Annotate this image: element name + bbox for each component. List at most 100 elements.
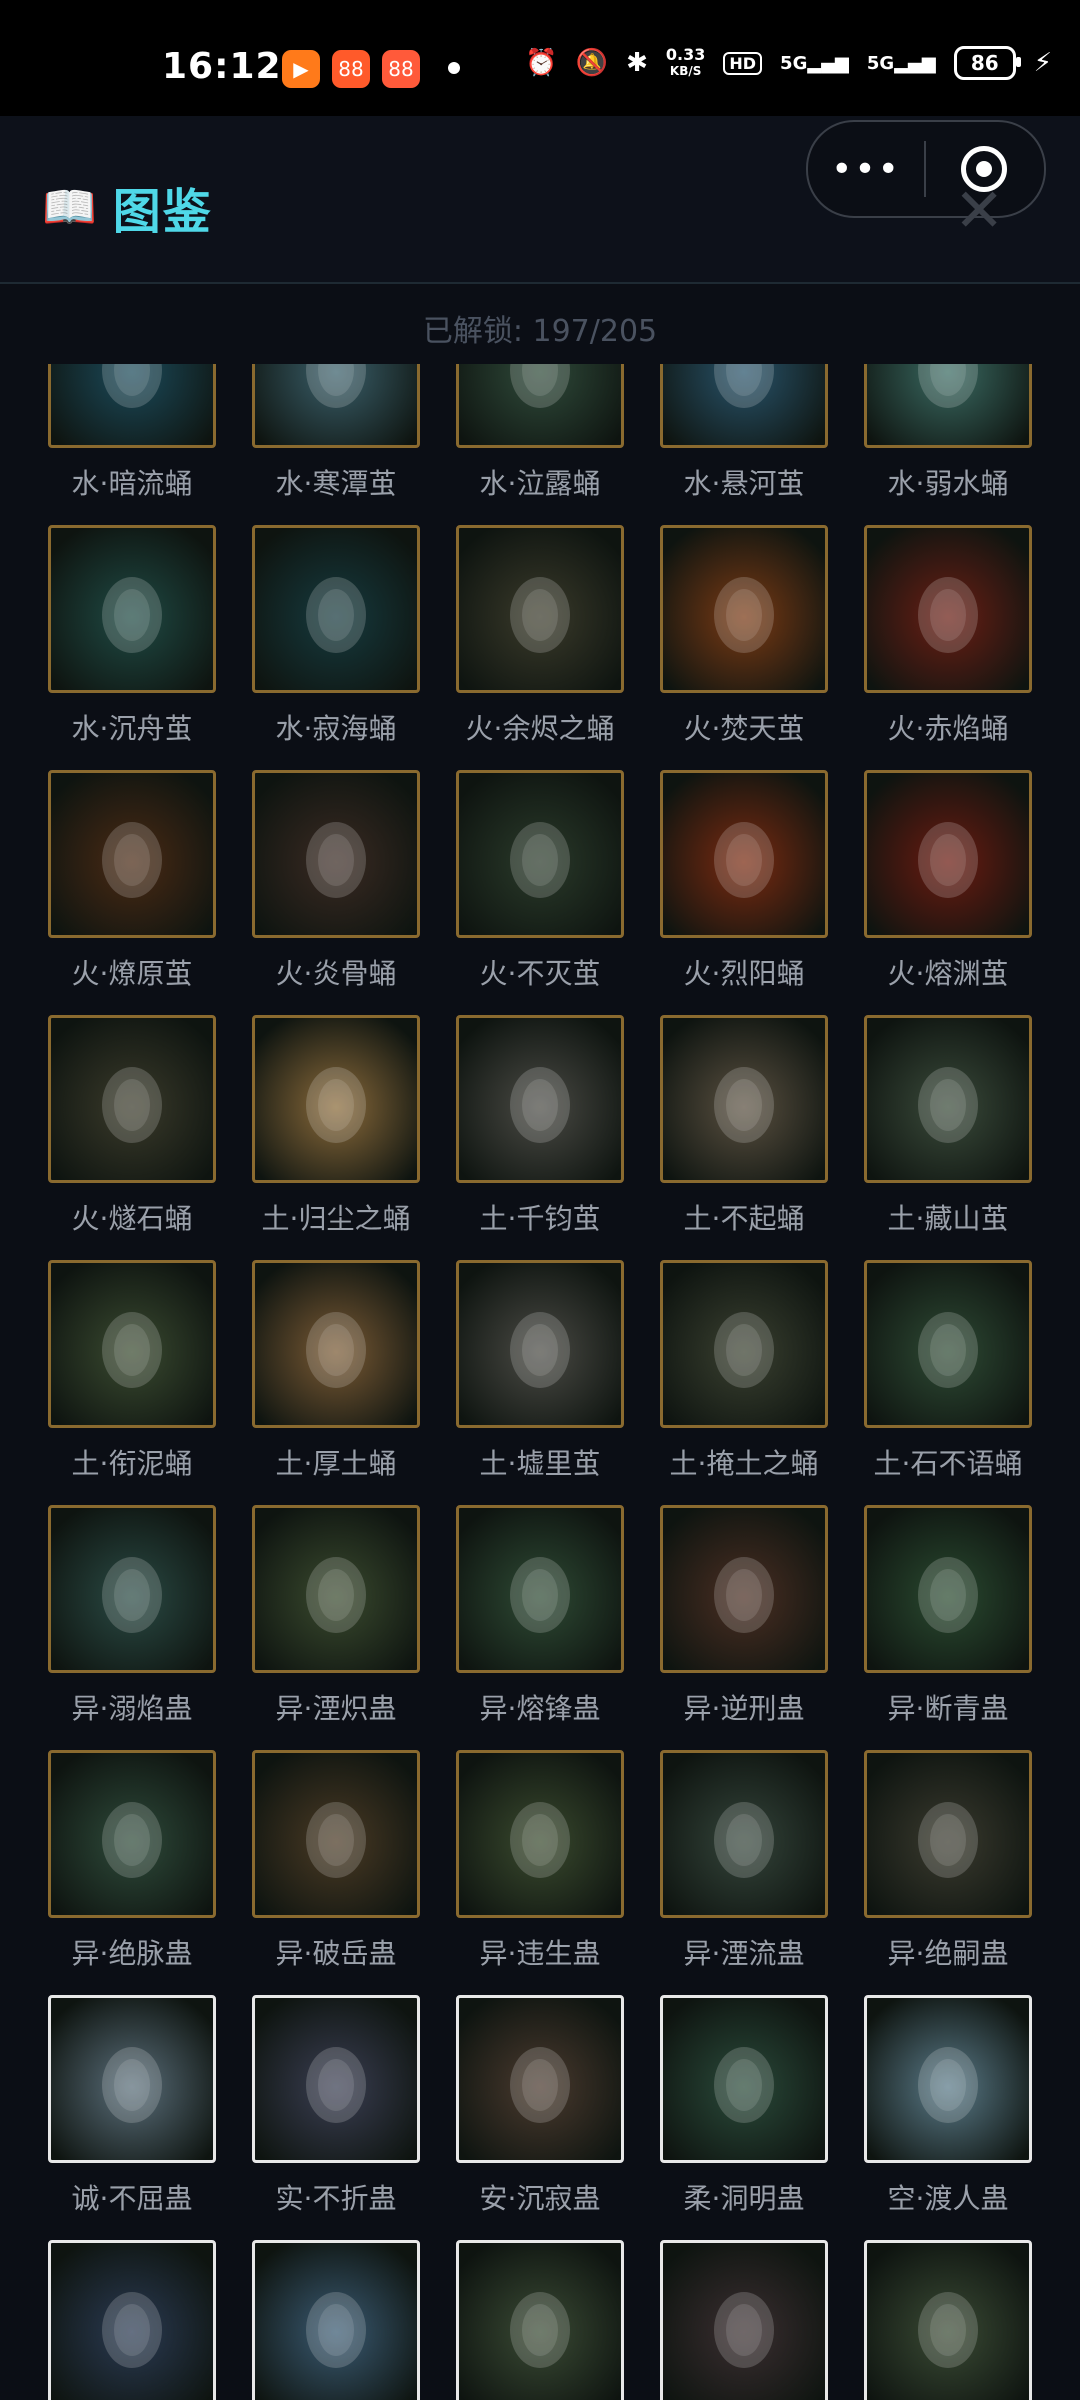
creature-thumbnail[interactable]: [456, 1995, 624, 2163]
collection-item[interactable]: 异·熔锋蛊: [456, 1505, 624, 1727]
collection-item[interactable]: 土·藏山茧: [864, 1015, 1032, 1237]
collection-item[interactable]: 土·千钧茧: [456, 1015, 624, 1237]
creature-thumbnail[interactable]: [864, 1260, 1032, 1428]
collection-item[interactable]: 土·厚土蛹: [252, 1260, 420, 1482]
more-notifications-dot: [448, 62, 460, 74]
creature-thumbnail[interactable]: [456, 525, 624, 693]
creature-thumbnail[interactable]: [864, 364, 1032, 448]
collection-item[interactable]: 异·溺焰蛊: [48, 1505, 216, 1727]
creature-thumbnail[interactable]: [660, 1015, 828, 1183]
creature-name: 实·不折蛊: [275, 2182, 397, 2215]
collection-item[interactable]: 火·焚天茧: [660, 525, 828, 747]
creature-thumbnail[interactable]: [48, 1015, 216, 1183]
collection-item[interactable]: 异·绝脉蛊: [48, 1750, 216, 1972]
collection-item[interactable]: 土·墟里茧: [456, 1260, 624, 1482]
more-button[interactable]: •••: [808, 122, 924, 216]
creature-thumbnail[interactable]: [660, 2240, 828, 2400]
collection-item[interactable]: 水·弱水蛹: [864, 364, 1032, 502]
creature-thumbnail[interactable]: [660, 525, 828, 693]
creature-thumbnail[interactable]: [252, 770, 420, 938]
collection-item[interactable]: 火·炎骨蛹: [252, 770, 420, 992]
collection-item[interactable]: 水·寒潭茧: [252, 364, 420, 502]
collection-item[interactable]: 土·归尘之蛹: [252, 1015, 420, 1237]
creature-thumbnail[interactable]: [252, 1260, 420, 1428]
creature-thumbnail[interactable]: [864, 1505, 1032, 1673]
creature-thumbnail[interactable]: [660, 770, 828, 938]
collection-item[interactable]: 异·湮流蛊: [660, 1750, 828, 1972]
creature-thumbnail[interactable]: [456, 1015, 624, 1183]
collection-item[interactable]: 安·沉寂蛊: [456, 1995, 624, 2217]
creature-thumbnail[interactable]: [252, 1995, 420, 2163]
collection-item[interactable]: 火·赤焰蛹: [864, 525, 1032, 747]
creature-thumbnail[interactable]: [48, 525, 216, 693]
creature-thumbnail[interactable]: [864, 770, 1032, 938]
creature-thumbnail[interactable]: [48, 1995, 216, 2163]
grid-row: 火·燎原茧 火·炎骨蛹 火·不灭茧 火·烈阳蛹 火·熔渊茧: [0, 770, 1080, 1015]
creature-thumbnail[interactable]: [660, 1750, 828, 1918]
creature-thumbnail[interactable]: [456, 2240, 624, 2400]
collection-item[interactable]: [660, 2240, 828, 2400]
creature-thumbnail[interactable]: [864, 1750, 1032, 1918]
creature-thumbnail[interactable]: [864, 525, 1032, 693]
collection-item[interactable]: 火·燎原茧: [48, 770, 216, 992]
collection-item[interactable]: 火·烈阳蛹: [660, 770, 828, 992]
creature-thumbnail[interactable]: [660, 1505, 828, 1673]
creature-thumbnail[interactable]: [864, 1015, 1032, 1183]
creature-thumbnail[interactable]: [252, 1505, 420, 1673]
collection-item[interactable]: 土·石不语蛹: [864, 1260, 1032, 1482]
creature-thumbnail[interactable]: [48, 364, 216, 448]
collection-item[interactable]: [864, 2240, 1032, 2400]
collection-item[interactable]: [48, 2240, 216, 2400]
creature-thumbnail[interactable]: [252, 525, 420, 693]
creature-thumbnail[interactable]: [48, 2240, 216, 2400]
creature-thumbnail[interactable]: [456, 364, 624, 448]
collection-item[interactable]: 水·寂海蛹: [252, 525, 420, 747]
close-icon[interactable]: ✕: [954, 176, 1004, 246]
collection-item[interactable]: 异·违生蛊: [456, 1750, 624, 1972]
collection-item[interactable]: 水·沉舟茧: [48, 525, 216, 747]
collection-item[interactable]: 异·破岳蛊: [252, 1750, 420, 1972]
creature-thumbnail[interactable]: [48, 770, 216, 938]
collection-item[interactable]: [252, 2240, 420, 2400]
creature-image: [459, 364, 621, 445]
collection-item[interactable]: [456, 2240, 624, 2400]
grid-row: 异·绝脉蛊 异·破岳蛊 异·违生蛊 异·湮流蛊 异·绝嗣蛊: [0, 1750, 1080, 1995]
collection-item[interactable]: 火·熔渊茧: [864, 770, 1032, 992]
collection-item[interactable]: 异·逆刑蛊: [660, 1505, 828, 1727]
creature-thumbnail[interactable]: [660, 364, 828, 448]
collection-item[interactable]: 实·不折蛊: [252, 1995, 420, 2217]
creature-thumbnail[interactable]: [48, 1505, 216, 1673]
creature-thumbnail[interactable]: [456, 1505, 624, 1673]
collection-item[interactable]: 水·泣露蛹: [456, 364, 624, 502]
collection-grid[interactable]: 水·暗流蛹 水·寒潭茧 水·泣露蛹 水·悬河茧 水·弱水蛹水·沉舟茧 水·寂海蛹 火·余烬之…: [0, 364, 1080, 2400]
collection-item[interactable]: 诚·不屈蛊: [48, 1995, 216, 2217]
creature-thumbnail[interactable]: [48, 1750, 216, 1918]
creature-thumbnail[interactable]: [252, 364, 420, 448]
collection-item[interactable]: 异·断青蛊: [864, 1505, 1032, 1727]
creature-thumbnail[interactable]: [660, 1260, 828, 1428]
collection-item[interactable]: 土·掩土之蛹: [660, 1260, 828, 1482]
creature-thumbnail[interactable]: [456, 1260, 624, 1428]
creature-thumbnail[interactable]: [252, 1750, 420, 1918]
collection-item[interactable]: 火·不灭茧: [456, 770, 624, 992]
creature-thumbnail[interactable]: [660, 1995, 828, 2163]
creature-thumbnail[interactable]: [864, 1995, 1032, 2163]
collection-item[interactable]: 土·不起蛹: [660, 1015, 828, 1237]
collection-item[interactable]: 空·渡人蛊: [864, 1995, 1032, 2217]
collection-item[interactable]: 水·暗流蛹: [48, 364, 216, 502]
signal-icon: 5G▂▄▆: [866, 52, 936, 74]
creature-thumbnail[interactable]: [456, 1750, 624, 1918]
collection-item[interactable]: 水·悬河茧: [660, 364, 828, 502]
collection-item[interactable]: 土·衔泥蛹: [48, 1260, 216, 1482]
creature-name: 异·熔锋蛊: [479, 1692, 601, 1725]
creature-thumbnail[interactable]: [48, 1260, 216, 1428]
creature-thumbnail[interactable]: [456, 770, 624, 938]
collection-item[interactable]: 柔·洞明蛊: [660, 1995, 828, 2217]
creature-thumbnail[interactable]: [864, 2240, 1032, 2400]
creature-thumbnail[interactable]: [252, 2240, 420, 2400]
creature-thumbnail[interactable]: [252, 1015, 420, 1183]
collection-item[interactable]: 火·燧石蛹: [48, 1015, 216, 1237]
collection-item[interactable]: 异·湮炽蛊: [252, 1505, 420, 1727]
collection-item[interactable]: 异·绝嗣蛊: [864, 1750, 1032, 1972]
collection-item[interactable]: 火·余烬之蛹: [456, 525, 624, 747]
